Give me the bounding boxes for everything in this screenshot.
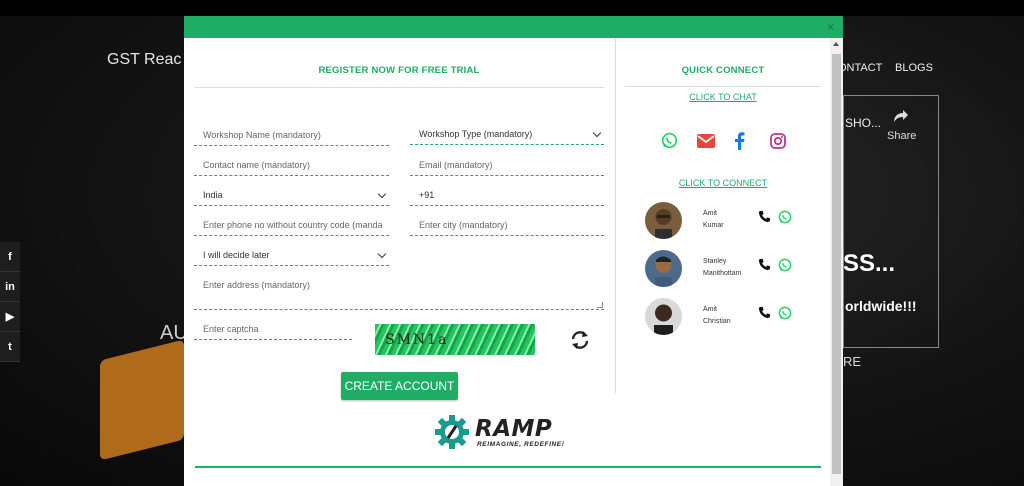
scroll-up-arrow-icon[interactable] (833, 42, 839, 46)
avatar (645, 250, 682, 287)
background-subline: orldwide!!! (845, 298, 917, 314)
background-brand: GST Reac (107, 51, 182, 68)
youtube-icon[interactable]: ▶ (0, 302, 20, 332)
avatar (645, 298, 682, 335)
logo-word: RAMP (475, 416, 553, 442)
contact-last-name: Kumar (703, 222, 724, 229)
contact-first-name: Amit (703, 306, 717, 313)
instagram-icon[interactable] (770, 133, 786, 149)
contact-row: Amit Christian (645, 298, 825, 338)
footer-divider (195, 466, 821, 468)
contact-last-name: Manithottam (703, 270, 742, 277)
background-more: RE (843, 354, 862, 369)
register-title: REGISTER NOW FOR FREE TRIAL (318, 65, 480, 76)
contact-first-name: Stanley (703, 258, 727, 265)
background-video-title: SHO... (845, 116, 882, 130)
country-value: India (203, 190, 223, 200)
contact-name: Amit Kumar (703, 208, 724, 232)
close-icon[interactable]: × (827, 20, 834, 34)
background-share-label: Share (887, 130, 917, 142)
background-headline: SS... (843, 250, 896, 277)
background-nav-blogs[interactable]: BLOGS (895, 62, 933, 74)
address-placeholder: Enter address (mandatory) (203, 280, 311, 290)
ramp-logo: RAMP REIMAGINE, REDEFINE! (434, 414, 584, 454)
email-icon[interactable] (697, 134, 715, 148)
gear-logo-icon (435, 415, 469, 449)
click-to-chat-link[interactable]: CLICK TO CHAT (625, 92, 821, 102)
quick-connect-divider (625, 86, 821, 87)
phone-icon[interactable] (758, 210, 771, 223)
contact-row: Amit Kumar (645, 202, 825, 242)
resize-handle-icon[interactable] (597, 302, 603, 308)
registration-modal: × REGISTER NOW FOR FREE TRIAL Workshop N… (184, 16, 843, 486)
phone-icon[interactable] (758, 306, 771, 319)
refresh-captcha-icon[interactable] (570, 330, 590, 350)
workshop-type-value: Workshop Type (mandatory) (419, 129, 533, 139)
create-account-button[interactable]: CREATE ACCOUNT (341, 372, 458, 400)
city-input[interactable]: Enter city (mandatory) (410, 215, 604, 236)
register-title-divider (194, 87, 604, 88)
country-select[interactable]: India (194, 185, 389, 206)
chevron-down-icon (377, 249, 387, 258)
contact-last-name: Christian (703, 318, 731, 325)
scroll-thumb[interactable] (832, 54, 841, 474)
column-divider (615, 38, 616, 393)
contact-name: Amit Christian (703, 304, 731, 328)
whatsapp-icon[interactable] (778, 210, 792, 224)
register-form: REGISTER NOW FOR FREE TRIAL Workshop Nam… (194, 38, 615, 400)
contact-row: Stanley Manithottam (645, 250, 825, 290)
avatar (645, 202, 682, 239)
chevron-down-icon (377, 189, 387, 198)
background-topbar (0, 0, 1024, 16)
share-icon[interactable] (893, 109, 909, 123)
plan-select[interactable]: I will decide later (194, 245, 389, 266)
country-code-input[interactable]: +91 (410, 185, 604, 206)
address-textarea[interactable]: Enter address (mandatory) (194, 274, 604, 310)
social-rail: f in ▶ t (0, 242, 20, 362)
captcha-input[interactable]: Enter captcha (194, 319, 352, 340)
contact-first-name: Amit (703, 210, 717, 217)
modal-scrollbar[interactable] (830, 38, 843, 486)
facebook-icon[interactable]: f (0, 242, 20, 272)
facebook-icon[interactable] (733, 132, 745, 150)
phone-icon[interactable] (758, 258, 771, 271)
modal-header-bar: × (184, 16, 843, 38)
linkedin-icon[interactable]: in (0, 272, 20, 302)
twitter-icon[interactable]: t (0, 332, 20, 362)
background-orange-shape (100, 339, 184, 461)
plan-value: I will decide later (203, 250, 270, 260)
logo-tagline: REIMAGINE, REDEFINE! (477, 441, 565, 448)
captcha-image: SMN1a (375, 324, 535, 355)
chevron-down-icon (592, 128, 602, 137)
quick-connect-title: QUICK CONNECT (681, 65, 765, 76)
captcha-text: SMN1a (385, 331, 449, 348)
whatsapp-icon[interactable] (661, 132, 678, 149)
click-to-connect-link[interactable]: CLICK TO CONNECT (625, 178, 821, 188)
workshop-type-select[interactable]: Workshop Type (mandatory) (410, 124, 604, 145)
whatsapp-icon[interactable] (778, 258, 792, 272)
phone-input[interactable]: Enter phone no without country code (man… (194, 215, 389, 236)
whatsapp-icon[interactable] (778, 306, 792, 320)
contact-name-input[interactable]: Contact name (mandatory) (194, 155, 389, 176)
workshop-name-input[interactable]: Workshop Name (mandatory) (194, 125, 389, 146)
email-input[interactable]: Email (mandatory) (410, 155, 604, 176)
contact-name: Stanley Manithottam (703, 256, 742, 280)
